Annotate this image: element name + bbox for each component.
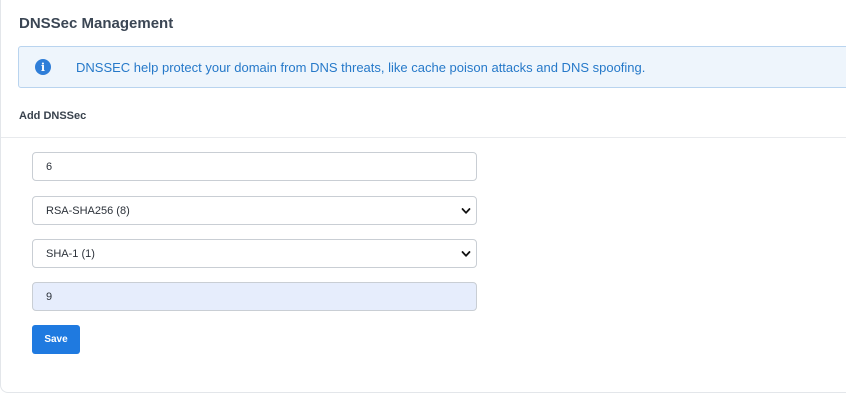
alert-text: DNSSEC help protect your domain from DNS… bbox=[76, 60, 646, 75]
info-icon: i bbox=[35, 59, 51, 75]
info-alert: i DNSSEC help protect your domain from D… bbox=[18, 46, 846, 88]
key-tag-input[interactable]: 6 bbox=[32, 152, 477, 181]
key-tag-value: 6 bbox=[46, 160, 53, 173]
chevron-down-icon bbox=[461, 251, 471, 257]
algorithm-selected-value: RSA-SHA256 (8) bbox=[46, 204, 130, 217]
digest-input[interactable]: 9 bbox=[32, 282, 477, 311]
page-title: DNSSec Management bbox=[19, 15, 174, 32]
section-divider bbox=[1, 137, 846, 138]
digest-value: 9 bbox=[46, 290, 53, 303]
digest-type-select[interactable]: SHA-1 (1) bbox=[32, 239, 477, 268]
dnssec-management-page: DNSSec Management i DNSSEC help protect … bbox=[0, 0, 846, 393]
chevron-down-icon bbox=[461, 208, 471, 214]
digest-type-selected-value: SHA-1 (1) bbox=[46, 247, 95, 260]
section-label: Add DNSSec bbox=[19, 110, 87, 122]
save-button[interactable]: Save bbox=[32, 325, 80, 354]
algorithm-select[interactable]: RSA-SHA256 (8) bbox=[32, 196, 477, 225]
